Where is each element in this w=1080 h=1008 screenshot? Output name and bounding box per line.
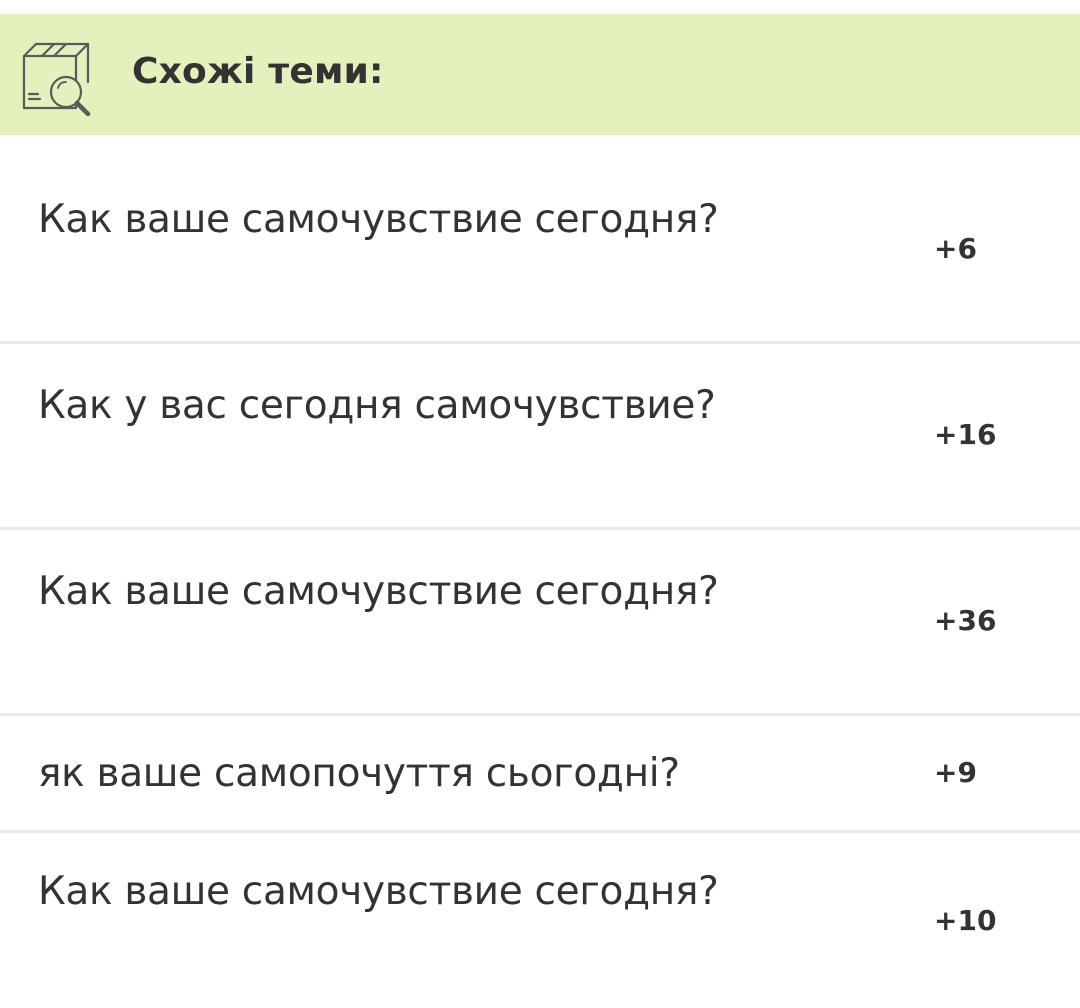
box-search-icon (20, 36, 102, 117)
page-title: Схожі теми: (132, 51, 384, 92)
topic-row[interactable]: як ваше самопочуття сьогодні? +9 (0, 716, 1080, 833)
similar-topics-header: Схожі теми: (0, 14, 1080, 135)
topic-title[interactable]: Как ваше самочувствие сегодня? (38, 187, 758, 253)
topic-count: +9 (934, 756, 977, 789)
top-strip (0, 0, 1080, 14)
topic-row[interactable]: Как у вас сегодня самочувствие? +16 (0, 344, 1080, 530)
topic-count: +6 (934, 232, 977, 265)
topic-row[interactable]: Как ваше самочувствие сегодня? +10 (0, 833, 1080, 1008)
topic-title[interactable]: Как ваше самочувствие сегодня? (38, 859, 758, 925)
topic-title[interactable]: як ваше самопочуття сьогодні? (38, 741, 758, 807)
topic-count: +10 (934, 904, 997, 937)
topic-title[interactable]: Как ваше самочувствие сегодня? (38, 559, 758, 625)
topic-count: +16 (934, 418, 997, 451)
similar-topics-list: Как ваше самочувствие сегодня? +6 Как у … (0, 135, 1080, 1008)
topic-row[interactable]: Как ваше самочувствие сегодня? +6 (0, 135, 1080, 344)
topic-title[interactable]: Как у вас сегодня самочувствие? (38, 373, 758, 439)
topic-count: +36 (934, 604, 997, 637)
similar-topics-page: Схожі теми: Как ваше самочувствие сегодн… (0, 0, 1080, 1008)
topic-row[interactable]: Как ваше самочувствие сегодня? +36 (0, 530, 1080, 716)
